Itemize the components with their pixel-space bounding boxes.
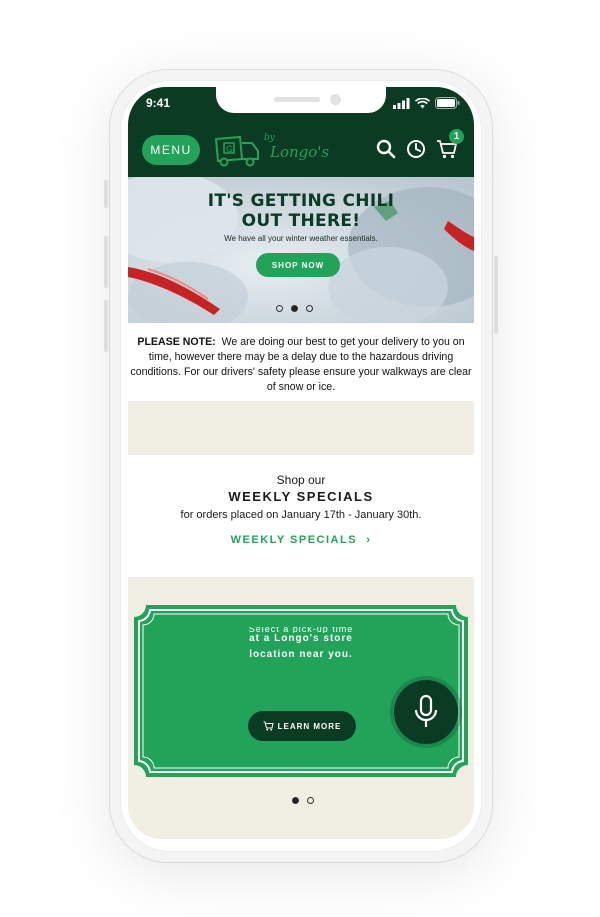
promo-text: at a Longo's store location near you. bbox=[128, 631, 474, 663]
weekly-dates: for orders placed on January 17th - Janu… bbox=[180, 509, 422, 521]
app-header: MENU G by Longo's 1 bbox=[128, 119, 474, 177]
battery-icon bbox=[435, 97, 460, 109]
promo-line2: at a Longo's store bbox=[249, 633, 353, 644]
hero-title-line2: OUT THERE! bbox=[241, 211, 361, 231]
hero-subtitle: We have all your winter weather essentia… bbox=[224, 234, 378, 243]
system-icons bbox=[393, 97, 460, 109]
status-bar: 9:41 bbox=[128, 87, 474, 119]
weekly-specials-section: Shop our WEEKLY SPECIALS for orders plac… bbox=[128, 455, 474, 577]
shop-now-button[interactable]: SHOP NOW bbox=[256, 253, 340, 277]
delivery-truck-logo-icon[interactable]: G bbox=[212, 131, 264, 167]
phone-volume-down bbox=[104, 300, 108, 352]
hero-banner[interactable]: IT'S GETTING CHILI OUT THERE! We have al… bbox=[128, 177, 474, 323]
section-divider bbox=[128, 401, 474, 455]
notch bbox=[216, 87, 386, 113]
front-camera bbox=[330, 94, 341, 105]
learn-more-button[interactable]: LEARN MORE bbox=[248, 711, 356, 741]
hero-title: IT'S GETTING CHILI OUT THERE! bbox=[128, 191, 474, 231]
speaker-grille bbox=[274, 97, 320, 102]
phone-volume-up bbox=[104, 236, 108, 288]
phone-power-button bbox=[494, 256, 498, 334]
clock-icon[interactable] bbox=[406, 139, 426, 159]
weekly-link-label: WEEKLY SPECIALS bbox=[230, 534, 358, 546]
cart-count-badge: 1 bbox=[449, 129, 464, 144]
status-time: 9:41 bbox=[146, 96, 171, 110]
promo-section: Select a pick-up time at a Longo's store… bbox=[128, 577, 474, 839]
wifi-icon bbox=[415, 98, 430, 109]
hero-carousel-dots bbox=[276, 305, 313, 312]
voice-assistant-button[interactable] bbox=[394, 680, 458, 744]
carousel-dot[interactable] bbox=[306, 305, 313, 312]
microphone-icon bbox=[414, 694, 438, 727]
svg-text:G: G bbox=[226, 144, 233, 154]
phone-mute-switch bbox=[104, 180, 108, 208]
brand-name: Longo's bbox=[270, 143, 330, 161]
chevron-right-icon: › bbox=[366, 534, 372, 546]
carousel-dot-active[interactable] bbox=[291, 305, 298, 312]
weekly-title: WEEKLY SPECIALS bbox=[228, 489, 374, 504]
cellular-signal-icon bbox=[393, 98, 410, 109]
promo-line3: location near you. bbox=[249, 649, 353, 660]
cart-icon bbox=[263, 721, 274, 731]
promo-carousel-dots bbox=[292, 797, 314, 804]
notice-label: PLEASE NOTE: bbox=[137, 336, 216, 348]
learn-more-label: LEARN MORE bbox=[277, 721, 342, 731]
carousel-dot[interactable] bbox=[307, 797, 314, 804]
delivery-notice: PLEASE NOTE: We are doing our best to ge… bbox=[128, 323, 474, 401]
carousel-dot-active[interactable] bbox=[292, 797, 299, 804]
hero-title-line1: IT'S GETTING CHILI bbox=[207, 191, 395, 211]
brand-by: by bbox=[264, 133, 275, 143]
carousel-dot[interactable] bbox=[276, 305, 283, 312]
menu-button[interactable]: MENU bbox=[142, 135, 200, 165]
search-icon[interactable] bbox=[376, 139, 396, 159]
weekly-specials-link[interactable]: WEEKLY SPECIALS › bbox=[128, 534, 474, 546]
weekly-pre-title: Shop our bbox=[276, 473, 326, 487]
phone-screen: 9:41 MENU G by Longo's 1 IT'S GETTING CH… bbox=[128, 87, 474, 839]
